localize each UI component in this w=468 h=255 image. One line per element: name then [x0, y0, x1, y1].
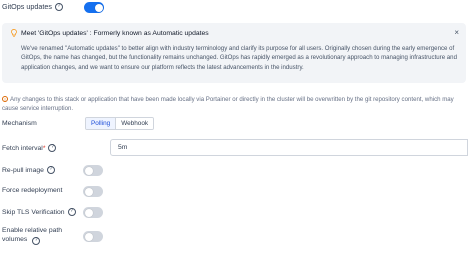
- help-circle-icon[interactable]: ?: [54, 2, 63, 11]
- banner-body: We've renamed "Automatic updates" to bet…: [21, 45, 457, 71]
- rename-info-banner: Meet 'GitOps updates' : Formerly known a…: [2, 23, 466, 83]
- skip-tls-toggle[interactable]: [83, 207, 103, 218]
- repull-image-label-row: Re-pull image ?: [2, 166, 55, 174]
- alert-circle-icon: !: [2, 96, 8, 102]
- relative-path-label-row: Enable relative path volumes ?: [2, 226, 82, 245]
- fetch-interval-label: Fetch interval: [2, 144, 43, 152]
- lightbulb-icon: [11, 29, 17, 37]
- overwrite-warning: ! Any changes to this stack or applicatio…: [2, 95, 466, 114]
- fetch-interval-input[interactable]: 5m: [110, 139, 468, 156]
- toggle-knob: [84, 232, 93, 241]
- toggle-knob: [84, 187, 93, 196]
- repull-image-toggle[interactable]: [83, 165, 103, 176]
- force-redeployment-label: Force redeployment: [2, 187, 63, 194]
- repull-image-label: Re-pull image: [2, 166, 44, 174]
- gitops-settings-panel: GitOps updates ? Meet 'GitOps updates' :…: [0, 0, 468, 255]
- gitops-updates-label: GitOps updates: [2, 2, 52, 11]
- help-circle-icon[interactable]: ?: [48, 144, 57, 152]
- required-marker: *: [42, 144, 46, 152]
- toggle-knob: [84, 208, 93, 217]
- close-icon[interactable]: ×: [454, 29, 459, 37]
- help-circle-icon[interactable]: ?: [46, 166, 55, 174]
- force-redeployment-toggle[interactable]: [83, 186, 103, 197]
- mechanism-selector: Polling Webhook: [85, 117, 155, 130]
- toggle-knob: [94, 3, 103, 12]
- mechanism-polling-button[interactable]: Polling: [86, 118, 117, 129]
- gitops-updates-toggle[interactable]: [84, 2, 104, 13]
- skip-tls-label-row: Skip TLS Verification ?: [2, 208, 76, 216]
- mechanism-webhook-button[interactable]: Webhook: [116, 118, 154, 129]
- help-circle-icon[interactable]: ?: [32, 236, 41, 245]
- relative-path-toggle[interactable]: [83, 231, 103, 242]
- skip-tls-label: Skip TLS Verification: [2, 208, 65, 216]
- toggle-knob: [84, 166, 93, 175]
- gitops-updates-row: GitOps updates ?: [2, 2, 63, 11]
- help-circle-icon[interactable]: ?: [67, 208, 76, 216]
- banner-title: Meet 'GitOps updates' : Formerly known a…: [21, 30, 209, 37]
- mechanism-label: Mechanism: [2, 120, 37, 127]
- warning-text: Any changes to this stack or application…: [2, 96, 454, 113]
- fetch-interval-label-row: Fetch interval * ?: [2, 144, 57, 152]
